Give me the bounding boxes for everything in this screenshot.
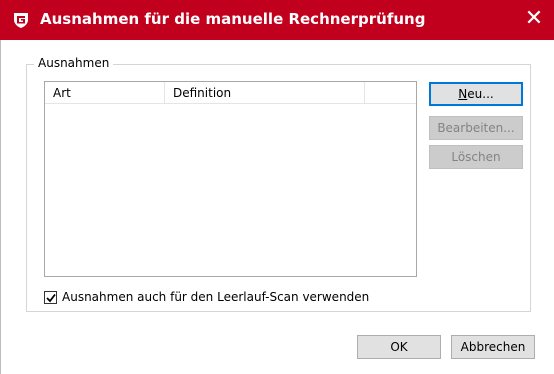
ok-button[interactable]: OK <box>357 335 441 359</box>
column-header-art[interactable]: Art <box>45 82 165 104</box>
idle-scan-checkbox-row[interactable]: Ausnahmen auch für den Leerlauf-Scan ver… <box>44 289 369 305</box>
group-legend: Ausnahmen <box>34 56 114 70</box>
checkmark-icon <box>46 293 56 302</box>
title-bar: Ausnahmen für die manuelle Rechnerprüfun… <box>0 0 554 40</box>
window-left-edge <box>0 40 1 374</box>
edit-button[interactable]: Bearbeiten... <box>429 116 523 140</box>
column-header-definition[interactable]: Definition <box>165 82 365 104</box>
delete-button[interactable]: Löschen <box>429 145 523 169</box>
cancel-button[interactable]: Abbrechen <box>451 335 535 359</box>
new-button-mnemonic: N <box>458 87 468 101</box>
exceptions-list[interactable]: Art Definition <box>44 81 417 277</box>
close-icon[interactable]: ✕ <box>522 6 546 32</box>
idle-scan-checkbox[interactable] <box>44 290 57 304</box>
gdata-shield-icon <box>12 11 30 29</box>
new-button-label: eu... <box>467 87 494 101</box>
list-header: Art Definition <box>45 82 416 104</box>
window-title: Ausnahmen für die manuelle Rechnerprüfun… <box>40 10 426 28</box>
new-button[interactable]: Neu... <box>429 82 523 106</box>
idle-scan-checkbox-label: Ausnahmen auch für den Leerlauf-Scan ver… <box>62 290 370 304</box>
